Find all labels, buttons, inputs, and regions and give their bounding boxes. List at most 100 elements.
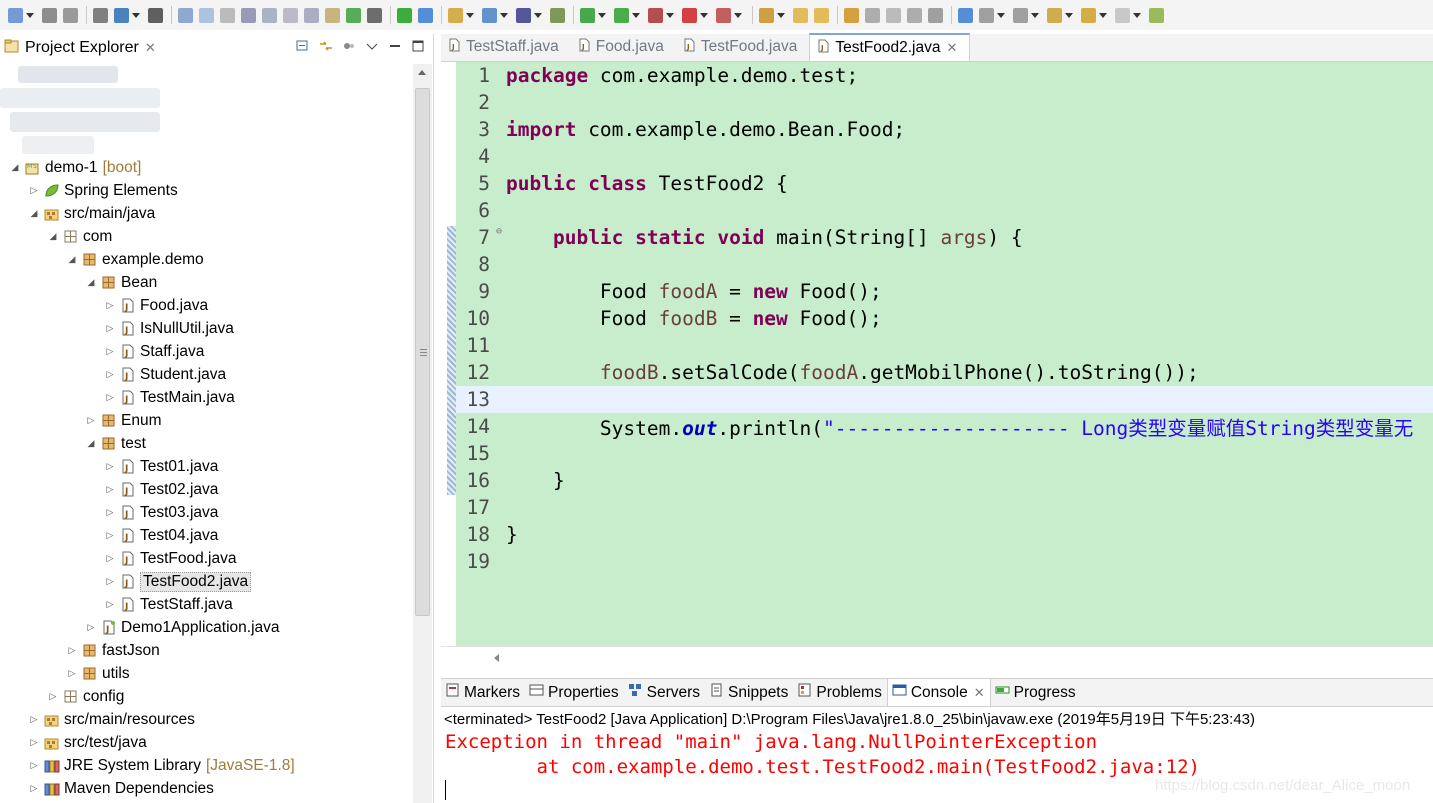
word-wrap-icon[interactable] [926,7,945,23]
tree-item[interactable]: ▷ src/test/java [0,731,410,754]
view-menu-icon[interactable] [365,39,379,51]
chevron-down-icon[interactable] [598,12,606,18]
new-package-icon[interactable] [514,7,546,23]
collapsed-twisty-icon[interactable]: ▷ [105,369,115,380]
skip-breakpoints-icon[interactable] [176,7,195,23]
tree-item[interactable]: ▷ J Food.java [0,294,410,317]
chevron-down-icon[interactable] [1065,12,1073,18]
annotation-icon[interactable] [863,7,882,23]
code-line[interactable]: 3 import com.example.demo.Bean.Food; [456,116,1433,143]
editor-tab[interactable]: J Food.java [571,33,676,61]
chevron-down-icon[interactable] [1099,12,1107,18]
collapsed-twisty-icon[interactable]: ▷ [67,668,77,679]
tab-markers[interactable]: Markers [441,679,525,706]
chevron-down-icon[interactable] [700,12,708,18]
code-line[interactable]: 10 Food foodB = new Food(); [456,305,1433,332]
tree-item[interactable]: ◢ M Sdemo-1 [boot] [0,156,410,179]
debug-icon[interactable] [578,7,610,23]
back-icon[interactable] [1079,7,1111,23]
tree-item[interactable]: ▷ config [0,685,410,708]
drop-to-frame-icon[interactable] [344,7,363,23]
scroll-left-icon[interactable] [494,654,499,662]
step-over-icon[interactable] [302,7,321,23]
project-explorer-tab[interactable]: Project Explorer ✕ [0,34,433,62]
tree-item[interactable]: ▷ J Student.java [0,363,410,386]
tab-properties[interactable]: Properties [525,679,624,706]
tree-item[interactable]: ▷ J TestStaff.java [0,593,410,616]
show-whitespace-icon[interactable] [905,7,924,23]
focus-icon[interactable] [342,39,356,51]
code-line[interactable]: 9 Food foodA = new Food(); [456,278,1433,305]
code-line[interactable]: 18} [456,521,1433,548]
spring-boot-icon[interactable] [395,7,414,23]
chevron-down-icon[interactable] [500,12,508,18]
collapsed-twisty-icon[interactable]: ▷ [29,185,39,196]
collapsed-twisty-icon[interactable]: ▷ [105,484,115,495]
suspend-icon[interactable] [218,7,237,23]
step-into-icon[interactable] [281,7,300,23]
minimize-icon[interactable] [388,39,402,51]
toggle-block-icon[interactable] [416,7,435,23]
code-line[interactable]: 5 public class TestFood2 { [456,170,1433,197]
collapsed-twisty-icon[interactable]: ▷ [105,599,115,610]
tree-item[interactable]: ▷ J Staff.java [0,340,410,363]
collapsed-twisty-icon[interactable]: ▷ [86,622,96,633]
chevron-down-icon[interactable] [997,12,1005,18]
external-tools-icon[interactable] [714,7,746,23]
chevron-down-icon[interactable] [132,12,140,18]
tree-item[interactable]: ▷ J TestMain.java [0,386,410,409]
collapsed-twisty-icon[interactable]: ▷ [48,691,58,702]
tab-console[interactable]: Console ✕ [886,679,991,706]
tab-progress[interactable]: Progress [991,679,1081,706]
code-line[interactable]: 15 [456,440,1433,467]
collapsed-twisty-icon[interactable]: ▷ [105,576,115,587]
refresh-icon[interactable] [446,7,478,23]
scrollbar-thumb[interactable] [415,88,430,616]
chevron-down-icon[interactable] [26,12,34,18]
chevron-down-icon[interactable] [777,12,785,18]
tree-item[interactable]: ▷ J Test02.java [0,478,410,501]
fold-icon[interactable]: ⊖ [496,226,502,237]
tree-item[interactable]: ▷ fastJson [0,639,410,662]
open-folder-icon[interactable] [791,7,810,23]
tree-item[interactable]: ▷ Spring Elements [0,179,410,202]
open-task-icon[interactable] [757,7,789,23]
tree-item[interactable]: ▷ J TestFood.java [0,547,410,570]
tab-snippets[interactable]: Snippets [705,679,793,706]
code-line[interactable]: 14 System.out.println("-----------------… [456,413,1433,440]
tree-item[interactable]: ▷ src/main/resources [0,708,410,731]
tree-item[interactable]: ◢ test [0,432,410,455]
editor-tab[interactable]: J TestFood.java [676,33,810,61]
open-console-icon[interactable] [112,7,144,23]
search-icon[interactable] [842,7,861,23]
collapsed-twisty-icon[interactable]: ▷ [105,461,115,472]
collapsed-twisty-icon[interactable]: ▷ [105,346,115,357]
tree-item[interactable]: ▷ J TestFood2.java [0,570,410,593]
tab-problems[interactable]: Problems [793,679,886,706]
tree-item[interactable]: ▷ JRE System Library [JavaSE-1.8] [0,754,410,777]
tree-item[interactable]: ▷ J Demo1Application.java [0,616,410,639]
chevron-down-icon[interactable] [734,12,742,18]
console-error-line[interactable]: at com.example.demo.test.TestFood2.main(… [441,754,1433,779]
code-line[interactable]: 8 [456,251,1433,278]
collapsed-twisty-icon[interactable]: ▷ [67,645,77,656]
code-line[interactable]: 6 [456,197,1433,224]
explorer-scrollbar[interactable] [413,64,432,803]
expanded-twisty-icon[interactable]: ◢ [48,231,58,242]
pin-icon[interactable] [1147,7,1166,23]
code-line[interactable]: 11 [456,332,1433,359]
last-edit-icon[interactable] [1045,7,1077,23]
tree-item[interactable]: ◢ example.demo [0,248,410,271]
chevron-down-icon[interactable] [1031,12,1039,18]
code-area[interactable]: 1 package com.example.demo.test; 2 3 import … [456,62,1433,646]
tree-item[interactable]: ◢ Bean [0,271,410,294]
new-icon[interactable] [6,7,38,23]
chevron-down-icon[interactable] [1133,12,1141,18]
code-line[interactable]: 7 ⊖ public static void main(String[] args… [456,224,1433,251]
tree-item[interactable]: ▷ J IsNullUtil.java [0,317,410,340]
expanded-twisty-icon[interactable]: ◢ [29,208,39,219]
open-type-icon[interactable] [548,7,567,23]
close-icon[interactable]: ✕ [145,40,156,56]
editor-horizontal-scrollbar[interactable] [441,646,1433,668]
collapsed-twisty-icon[interactable]: ▷ [105,530,115,541]
